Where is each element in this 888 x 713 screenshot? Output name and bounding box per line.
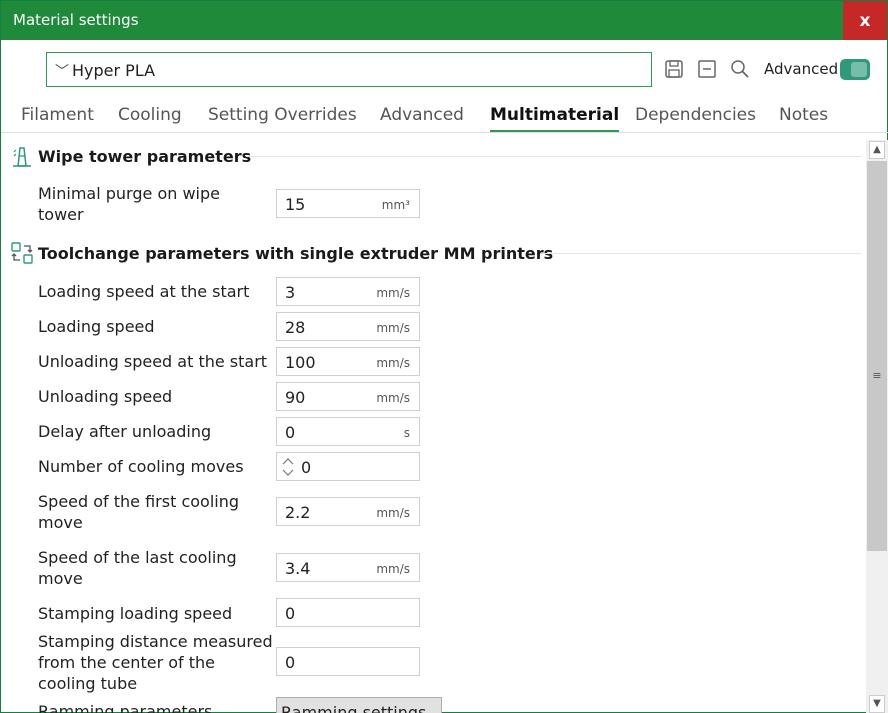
label-line: cooling tube [38, 674, 138, 693]
tab-divider [1, 132, 888, 133]
field-value: 15 [285, 195, 306, 214]
field-unit: mm/s [376, 286, 410, 300]
tab-multimaterial[interactable]: Multimaterial [490, 105, 620, 133]
field-value: 0 [285, 653, 296, 672]
toolchange-icon [11, 242, 33, 264]
scroll-down-button[interactable]: ▼ [869, 695, 885, 713]
title-bar: Material settings x [1, 1, 887, 40]
tab-advanced[interactable]: Advanced [380, 105, 464, 125]
field-value: 0 [285, 604, 296, 623]
tab-setting-overrides[interactable]: Setting Overrides [208, 105, 357, 125]
label-line: Stamping distance measured [38, 632, 273, 651]
label-line: Speed of the first cooling [38, 492, 240, 511]
label-line: Minimal purge on wipe [38, 184, 220, 203]
stamping-distance-input[interactable]: 0 [276, 647, 420, 676]
unloading-speed-start-input[interactable]: 100 mm/s [276, 347, 420, 376]
section-title-wipe-tower: Wipe tower parameters [38, 147, 252, 166]
unloading-speed-input[interactable]: 90 mm/s [276, 382, 420, 411]
field-value: 3.4 [285, 559, 311, 578]
cooling-moves-stepper[interactable]: 0 [276, 452, 420, 481]
delete-preset-icon[interactable] [696, 58, 718, 80]
unloading-speed-start-label: Unloading speed at the start [38, 352, 268, 371]
loading-speed-input[interactable]: 28 mm/s [276, 312, 420, 341]
spin-arrows-icon[interactable] [281, 456, 295, 478]
label-line: from the center of the [38, 653, 215, 672]
label-line: tower [38, 205, 84, 224]
loading-speed-start-label: Loading speed at the start [38, 282, 250, 301]
field-unit: mm³ [381, 198, 410, 212]
field-value: 90 [285, 388, 306, 407]
field-value: 28 [285, 318, 306, 337]
field-value: 0 [285, 423, 296, 442]
advanced-label: Advanced [764, 60, 839, 78]
advanced-toggle[interactable] [840, 59, 870, 80]
minimal-purge-input[interactable]: 15 mm³ [276, 189, 420, 218]
tab-filament[interactable]: Filament [21, 105, 94, 125]
window-title: Material settings [13, 11, 139, 29]
wipe-tower-icon [13, 147, 31, 167]
scroll-up-button[interactable]: ▲ [869, 141, 885, 159]
field-value: 2.2 [285, 503, 311, 522]
grip-icon: ≡ [872, 369, 882, 382]
vertical-scrollbar[interactable]: ▲ ≡ ▼ [866, 140, 888, 713]
first-cooling-speed-label: Speed of the first cooling move [38, 491, 239, 533]
material-settings-window: Material settings x ﹀ Hyper PLA Advanced… [0, 0, 888, 713]
tab-cooling[interactable]: Cooling [118, 105, 182, 125]
stamping-distance-label: Stamping distance measured from the cent… [38, 631, 273, 694]
save-icon[interactable] [663, 58, 685, 80]
label-line: move [38, 569, 83, 588]
search-icon[interactable] [729, 58, 751, 80]
field-value: 100 [285, 353, 316, 372]
stamping-loading-speed-label: Stamping loading speed [38, 604, 233, 623]
first-cooling-speed-input[interactable]: 2.2 mm/s [276, 497, 420, 526]
section-divider [541, 253, 861, 254]
toggle-knob [851, 62, 867, 77]
field-unit: mm/s [376, 321, 410, 335]
section-divider [246, 156, 861, 157]
tab-notes[interactable]: Notes [779, 105, 828, 125]
preset-dropdown[interactable]: ﹀ Hyper PLA [46, 52, 652, 87]
field-value: 0 [301, 458, 312, 477]
chevron-down-icon: ﹀ [55, 64, 69, 80]
stamping-loading-speed-input[interactable]: 0 [276, 598, 420, 627]
delay-after-unloading-label: Delay after unloading [38, 422, 212, 441]
close-button[interactable]: x [843, 1, 887, 40]
ramming-settings-button[interactable]: Ramming settings [276, 697, 442, 713]
scrollbar-thumb[interactable]: ≡ [867, 161, 887, 551]
field-unit: mm/s [376, 356, 410, 370]
loading-speed-start-input[interactable]: 3 mm/s [276, 277, 420, 306]
label-line: move [38, 513, 83, 532]
field-unit: mm/s [376, 391, 410, 405]
field-unit: mm/s [376, 506, 410, 520]
minimal-purge-label: Minimal purge on wipe tower [38, 183, 220, 225]
loading-speed-label: Loading speed [38, 317, 155, 336]
label-line: Speed of the last cooling [38, 548, 237, 567]
field-unit: s [403, 426, 410, 440]
unloading-speed-label: Unloading speed [38, 387, 173, 406]
last-cooling-speed-input[interactable]: 3.4 mm/s [276, 553, 420, 582]
ramming-parameters-label: Ramming parameters [38, 702, 213, 713]
preset-value: Hyper PLA [72, 61, 156, 80]
section-title-toolchange: Toolchange parameters with single extrud… [38, 244, 554, 263]
settings-panel: Wipe tower parameters Minimal purge on w… [1, 134, 866, 713]
cooling-moves-label: Number of cooling moves [38, 457, 244, 476]
field-unit: mm/s [376, 562, 410, 576]
delay-after-unloading-input[interactable]: 0 s [276, 417, 420, 446]
field-value: 3 [285, 283, 296, 302]
tab-dependencies[interactable]: Dependencies [635, 105, 756, 125]
tab-bar: Filament Cooling Setting Overrides Advan… [1, 105, 888, 133]
last-cooling-speed-label: Speed of the last cooling move [38, 547, 237, 589]
